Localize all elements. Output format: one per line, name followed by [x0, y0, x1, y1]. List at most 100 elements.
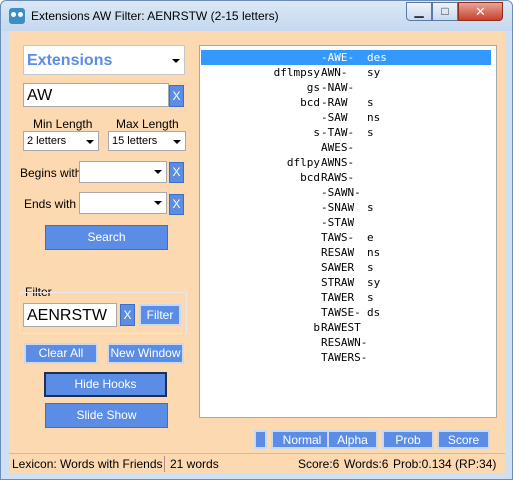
client-area: Extensions AW X Min Length Max Length 2 …	[9, 31, 505, 473]
back-hooks: sy	[367, 66, 381, 79]
result-row[interactable]: SAWER s	[201, 260, 491, 275]
result-word: TAWSE-	[321, 306, 361, 319]
min-length-label: Min Length	[33, 117, 93, 131]
back-hooks: e	[367, 231, 374, 244]
back-hooks: sy	[367, 276, 381, 289]
front-hooks: bcd	[300, 96, 320, 109]
hide-hooks-button[interactable]: Hide Hooks	[44, 372, 167, 397]
search-button[interactable]: Search	[45, 225, 168, 250]
maximize-icon: □	[441, 4, 449, 18]
chevron-down-icon	[173, 140, 181, 144]
front-hooks: bcd	[300, 171, 320, 184]
max-length-select[interactable]: 15 letters	[108, 131, 186, 151]
status-bar: Lexicon: Words with Friends 21 words Sco…	[9, 453, 505, 473]
slide-show-button[interactable]: Slide Show	[45, 403, 168, 428]
filter-input-value: AENRSTW	[27, 307, 107, 324]
result-row[interactable]: STRAW sy	[201, 275, 491, 290]
search-mode-value: Extensions	[27, 52, 113, 69]
result-word: STRAW	[321, 276, 355, 289]
result-word: RAWS-	[321, 171, 355, 184]
window-title: Extensions AW Filter: AENRSTW (2-15 lett…	[31, 9, 279, 23]
result-row[interactable]: bcd RAWS-	[201, 170, 491, 185]
clear-ends-with-button[interactable]: X	[169, 194, 184, 215]
result-word: -TAW-	[321, 126, 355, 139]
result-word: TAWER	[321, 291, 355, 304]
result-row[interactable]: TAWS-e	[201, 230, 491, 245]
result-row[interactable]: RESAW ns	[201, 245, 491, 260]
chevron-down-icon	[154, 170, 162, 174]
result-word: AWNS-	[321, 156, 355, 169]
status-prob: Prob:0.134 (RP:34)	[393, 457, 497, 471]
clear-begins-with-button[interactable]: X	[169, 162, 184, 183]
result-word: -STAW	[321, 216, 355, 229]
begins-with-label: Begins with	[20, 166, 82, 180]
result-row[interactable]: bcd -RAW s	[201, 95, 491, 110]
back-hooks: s	[367, 261, 374, 274]
result-row[interactable]: dflpy AWNS-	[201, 155, 491, 170]
result-row[interactable]: dflmpsy AWN-sy	[201, 65, 491, 80]
back-hooks: s	[367, 96, 374, 109]
result-word: -RAW	[321, 96, 348, 109]
min-length-select[interactable]: 2 letters	[23, 131, 99, 151]
chevron-down-icon	[172, 59, 180, 63]
result-row[interactable]: -SAW ns	[201, 110, 491, 125]
sort-alpha-button[interactable]: Alpha	[327, 430, 378, 449]
result-row[interactable]: RESAWN-	[201, 335, 491, 350]
result-row[interactable]: -AWE-des	[201, 50, 491, 65]
back-hooks: ns	[367, 111, 381, 124]
chevron-down-icon	[154, 201, 162, 205]
result-row[interactable]: b RAWEST	[201, 320, 491, 335]
result-row[interactable]: -SAWN-	[201, 185, 491, 200]
front-hooks: gs	[306, 81, 320, 94]
new-window-button[interactable]: New Window	[107, 343, 184, 364]
result-word: SAWER	[321, 261, 355, 274]
result-word: RAWEST	[321, 321, 361, 334]
results-list[interactable]: -AWE-des dflmpsy AWN-sy gs -NAW-bcd -RAW s -SAW…	[199, 45, 497, 418]
result-row[interactable]: -STAW	[201, 215, 491, 230]
front-hooks: s	[313, 126, 320, 139]
status-word-count: 21 words	[170, 457, 219, 471]
result-row[interactable]: TAWER s	[201, 290, 491, 305]
begins-with-select[interactable]	[79, 161, 167, 183]
search-mode-select[interactable]: Extensions	[23, 45, 185, 75]
sort-prob-button[interactable]: Prob	[382, 430, 434, 449]
owl-app-icon	[9, 8, 25, 24]
sort-score-button[interactable]: Score	[437, 430, 490, 449]
clear-word-button[interactable]: X	[169, 85, 184, 107]
clear-all-button[interactable]: Clear All	[24, 343, 98, 364]
result-row[interactable]: TAWSE-ds	[201, 305, 491, 320]
result-word: RESAWN-	[321, 336, 368, 349]
status-score: Score:6	[298, 457, 340, 471]
maximize-button[interactable]: □	[432, 2, 458, 21]
result-row[interactable]: TAWERS-	[201, 350, 491, 365]
back-hooks: s	[367, 201, 374, 214]
word-input-value: AW	[27, 87, 53, 104]
back-hooks: des	[367, 51, 387, 64]
result-word: RESAW	[321, 246, 355, 259]
close-icon: ✕	[475, 4, 486, 19]
front-hooks: b	[313, 321, 320, 334]
result-row[interactable]: AWES-	[201, 140, 491, 155]
result-word: -AWE-	[321, 51, 355, 64]
max-length-value: 15 letters	[112, 135, 158, 147]
minimize-icon: ▁	[414, 4, 424, 18]
result-row[interactable]: gs -NAW-	[201, 80, 491, 95]
ends-with-label: Ends with	[24, 197, 77, 211]
status-lexicon: Lexicon: Words with Friends	[12, 457, 163, 471]
title-bar[interactable]: Extensions AW Filter: AENRSTW (2-15 lett…	[1, 1, 512, 31]
ends-with-select[interactable]	[79, 192, 167, 214]
result-word: TAWS-	[321, 231, 355, 244]
back-hooks: s	[367, 291, 374, 304]
close-button[interactable]: ✕	[458, 2, 503, 21]
result-row[interactable]: -SNAW s	[201, 200, 491, 215]
filter-button[interactable]: Filter	[139, 304, 181, 326]
front-hooks: dflmpsy	[273, 66, 320, 79]
filter-input[interactable]: AENRSTW	[23, 303, 117, 327]
word-input[interactable]: AW	[23, 83, 169, 107]
sort-blank-button[interactable]	[254, 430, 267, 449]
sort-normal-button[interactable]: Normal	[271, 430, 333, 449]
result-row[interactable]: s -TAW-s	[201, 125, 491, 140]
minimize-button[interactable]: ▁	[406, 2, 432, 21]
clear-filter-button[interactable]: X	[120, 304, 135, 326]
status-divider	[164, 456, 165, 472]
